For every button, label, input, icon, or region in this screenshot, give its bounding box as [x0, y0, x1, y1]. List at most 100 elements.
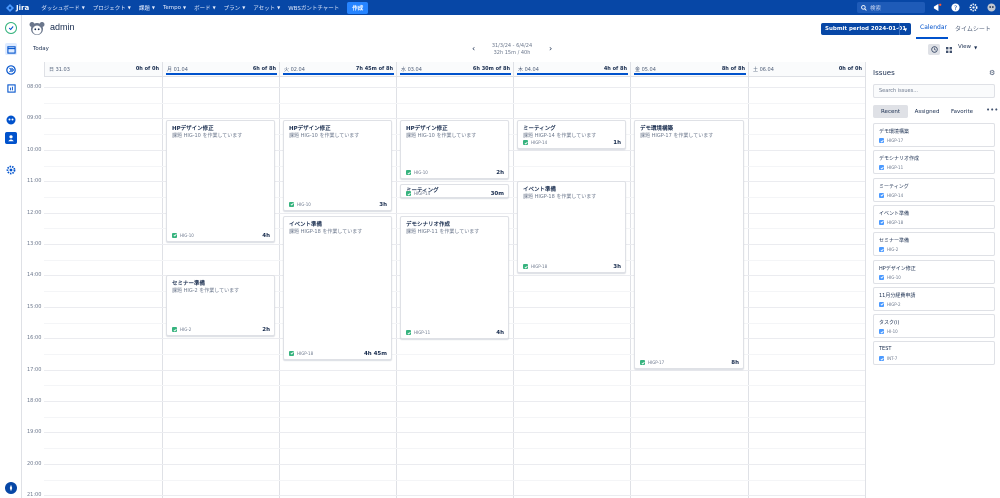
gear-icon[interactable]: ⚙: [989, 69, 995, 77]
issue-card[interactable]: デモシナリオ作成 HIGP-11: [873, 150, 995, 175]
create-button[interactable]: 作成: [347, 1, 369, 14]
tab-timesheet[interactable]: タイムシート: [955, 24, 991, 33]
nav-issues[interactable]: 課題 ▼: [139, 4, 155, 12]
event-duration: 2h: [496, 170, 504, 177]
view-dropdown[interactable]: View ▼: [958, 44, 977, 50]
gear-icon[interactable]: [5, 164, 17, 176]
user-icon[interactable]: [5, 132, 17, 144]
day-hours: 6h 30m of 8h: [472, 66, 510, 72]
event-description: 課題 HIGP-17 を作業しています: [640, 132, 714, 139]
worklog-event[interactable]: HPデザイン修正 課題 HIG-10 を作業しています HIG-10 4h: [166, 119, 275, 242]
time-label: 18:00: [27, 398, 42, 404]
checkbox-icon: [879, 192, 884, 198]
day-header[interactable]: 月 01.04 6h of 8h: [162, 62, 279, 77]
help-icon[interactable]: ?: [950, 2, 961, 13]
chevron-down-icon[interactable]: ▼: [899, 23, 911, 35]
event-title: HPデザイン修正: [172, 125, 214, 132]
issue-card[interactable]: HPデザイン修正 HIG-10: [873, 259, 995, 284]
team-icon[interactable]: [5, 114, 17, 126]
user-avatar: [29, 21, 45, 37]
worklog-event[interactable]: イベント準備 課題 HIGP-18 を作業しています HIGP-18 3h: [517, 181, 626, 274]
compass-icon[interactable]: [5, 482, 17, 494]
time-label: 16:00: [27, 335, 42, 342]
nav-tempo[interactable]: Tempo ▼: [163, 5, 186, 11]
search-input[interactable]: 検索: [857, 2, 925, 13]
issue-card[interactable]: TEST INT-7: [873, 341, 995, 366]
day-header[interactable]: 土 06.04 0h of 0h: [748, 62, 865, 77]
time-label: 13:00: [27, 241, 42, 247]
issue-key: HIGP-14: [879, 192, 903, 198]
settings-icon[interactable]: [968, 2, 979, 13]
event-duration: 2h: [262, 327, 270, 334]
worklog-event[interactable]: セミナー準備 課題 HIG-2 を作業しています HIG-2 2h: [166, 275, 275, 337]
worklog-event[interactable]: デモシナリオ作成 課題 HIGP-11 を作業しています HIGP-11 4h: [400, 215, 509, 340]
issue-card[interactable]: 11月分経費申請 HIGP-2: [873, 286, 995, 311]
half-hour-line: [44, 385, 865, 387]
chevron-right-icon[interactable]: ›: [549, 44, 552, 53]
notifications-icon[interactable]: [932, 2, 943, 13]
hour-line: [44, 432, 865, 434]
tab-assigned[interactable]: Assigned: [911, 105, 943, 118]
issues-search-input[interactable]: Search issues...: [873, 84, 995, 98]
issue-card[interactable]: イベント準備 HIGP-18: [873, 204, 995, 229]
day-progress-bar: [400, 73, 511, 75]
day-header[interactable]: 日 31.03 0h of 0h: [44, 62, 162, 77]
issue-card[interactable]: ミーティング HIGP-14: [873, 177, 995, 202]
half-hour-line: [44, 448, 865, 450]
nav-plans-label: プラン: [223, 5, 241, 12]
calendar-icon[interactable]: [5, 43, 17, 55]
nav-dashboard[interactable]: ダッシュボード ▼: [41, 4, 85, 12]
day-header[interactable]: 金 05.04 8h of 8h: [630, 62, 748, 77]
tab-recent[interactable]: Recent: [873, 105, 908, 118]
checkbox-icon: [640, 360, 645, 366]
worklog-event[interactable]: HPデザイン修正 課題 HIG-10 を作業しています HIG-10 2h: [400, 119, 509, 180]
tab-active-indicator: [916, 37, 948, 39]
issue-key: HI-10: [879, 329, 898, 335]
more-icon[interactable]: •••: [986, 106, 998, 114]
chevron-down-icon: ▼: [974, 44, 978, 50]
tab-favorite[interactable]: Favorite: [946, 105, 978, 118]
day-header[interactable]: 水 03.04 6h 30m of 8h: [396, 62, 513, 77]
issue-title: デモシナリオ作成: [879, 156, 920, 163]
nav-plans[interactable]: プラン ▼: [224, 4, 246, 12]
time-label: 20:00: [27, 460, 42, 467]
report-icon[interactable]: [5, 82, 17, 94]
nav-wbs-gantt[interactable]: WBSガントチャート: [288, 4, 339, 12]
time-label: 12:00: [27, 209, 42, 216]
event-issue-key-text: HIGP-11: [414, 330, 431, 336]
issue-card[interactable]: セミナー準備 HIG-2: [873, 232, 995, 257]
hour-line: [44, 495, 865, 497]
checkbox-icon: [879, 247, 884, 253]
tab-calendar[interactable]: Calendar: [920, 24, 947, 31]
event-duration: 4h: [262, 232, 270, 239]
event-issue-key: HIG-10: [172, 232, 194, 238]
event-duration: 4h: [496, 330, 504, 337]
event-title: セミナー準備: [172, 281, 206, 288]
nav-wbs-gantt-label: WBSガントチャート: [288, 5, 340, 12]
submit-period-button[interactable]: Submit period 2024-01-01 ▼: [821, 23, 911, 35]
nav-assets[interactable]: アセット ▼: [253, 4, 280, 12]
worklog-event[interactable]: ミーティング 課題 HIGP-14 を作業しています HIGP-14 1h: [517, 119, 626, 150]
clock-view-button[interactable]: [928, 44, 940, 55]
jira-logo[interactable]: Jira: [6, 3, 29, 12]
nav-boards[interactable]: ボード ▼: [194, 4, 216, 12]
day-header[interactable]: 火 02.04 7h 45m of 8h: [279, 62, 396, 77]
issue-card[interactable]: デモ環境構築 HIGP-17: [873, 123, 995, 147]
day-label: 日 31.03: [49, 67, 70, 73]
day-header[interactable]: 木 04.04 4h of 8h: [513, 62, 630, 77]
issue-title: HPデザイン修正: [879, 265, 916, 272]
worklog-event[interactable]: デモ環境構築 課題 HIGP-17 を作業しています HIGP-17 8h: [634, 119, 744, 370]
today-button[interactable]: Today: [33, 46, 49, 52]
grid-view-button[interactable]: [943, 44, 955, 55]
tempo-check-icon[interactable]: [5, 22, 17, 34]
worklog-event[interactable]: ミーティング HIGP-14 30m: [400, 184, 509, 199]
event-issue-key-text: HIG-2: [180, 327, 192, 333]
nav-projects[interactable]: プロジェクト ▼: [93, 4, 131, 12]
forward-icon[interactable]: [5, 64, 17, 76]
event-description: 課題 HIGP-14 を作業しています: [523, 132, 597, 139]
worklog-event[interactable]: HPデザイン修正 課題 HIG-10 を作業しています HIG-10 3h: [283, 119, 392, 211]
event-title: イベント準備: [289, 221, 323, 228]
profile-avatar-icon[interactable]: [986, 2, 997, 13]
worklog-event[interactable]: イベント準備 課題 HIGP-18 を作業しています HIGP-18 4h 45m: [283, 215, 392, 360]
issue-card[interactable]: タスク(i) HI-10: [873, 314, 995, 339]
